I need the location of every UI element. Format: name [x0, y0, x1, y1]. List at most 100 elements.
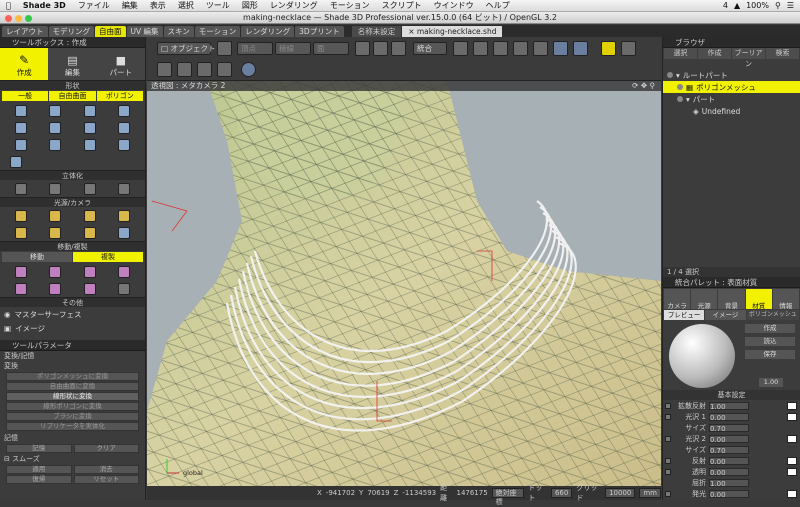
- opacity-value[interactable]: 1.00: [759, 378, 783, 387]
- sphere-icon[interactable]: [49, 121, 62, 134]
- tab-part[interactable]: ■ パート: [97, 48, 145, 80]
- row-value[interactable]: 1.00: [709, 401, 749, 411]
- apple-icon[interactable]: : [0, 1, 17, 10]
- menu-render[interactable]: レンダリング: [264, 0, 324, 11]
- doc-tab-untitled[interactable]: 名称未設定: [351, 25, 402, 37]
- color-swatch[interactable]: [787, 467, 797, 476]
- spot-light-icon[interactable]: [49, 209, 62, 222]
- image-tab[interactable]: イメージ: [705, 310, 746, 320]
- color-swatch[interactable]: [787, 401, 797, 410]
- status-count[interactable]: 4: [723, 1, 728, 10]
- clear-button[interactable]: クリア: [73, 444, 139, 453]
- tab-modeling[interactable]: モデリング: [48, 25, 94, 37]
- sweep-icon[interactable]: [15, 182, 28, 195]
- camera-icon[interactable]: [117, 226, 130, 239]
- light-bulb-icon[interactable]: [217, 62, 232, 77]
- menu-shape[interactable]: 図形: [236, 0, 264, 11]
- box-icon[interactable]: [15, 121, 28, 134]
- menu-window[interactable]: ウインドウ: [428, 0, 480, 11]
- visibility-icon[interactable]: [667, 72, 673, 78]
- row-value[interactable]: 0.00: [709, 467, 749, 477]
- color-swatch[interactable]: [787, 456, 797, 465]
- tab-freeform[interactable]: 自由面: [95, 25, 126, 37]
- section-other[interactable]: その他: [0, 297, 145, 307]
- tab-edit[interactable]: ▤ 編集: [48, 48, 96, 80]
- align-icon[interactable]: [391, 41, 406, 56]
- menu-motion[interactable]: モーション: [324, 0, 376, 11]
- save-material-button[interactable]: 保存: [745, 350, 795, 359]
- browser-tab-search[interactable]: 検索: [766, 48, 799, 59]
- memorize-button[interactable]: 記憶: [6, 444, 72, 453]
- section-light-camera[interactable]: 光源/カメラ: [0, 197, 145, 207]
- subtab-move[interactable]: 移動: [2, 252, 72, 262]
- image-item[interactable]: ▣ イメージ: [0, 321, 145, 335]
- wire-icon[interactable]: [473, 41, 488, 56]
- apply-button[interactable]: 適用: [6, 465, 72, 474]
- tab-create[interactable]: ✎ 作成: [0, 48, 49, 80]
- render-preview-icon[interactable]: [573, 41, 588, 56]
- four-view-icon[interactable]: [601, 41, 616, 56]
- checkbox[interactable]: [665, 402, 671, 409]
- create-material-button[interactable]: 作成: [745, 324, 795, 333]
- close-window-button[interactable]: [5, 15, 12, 22]
- extrude-icon[interactable]: [83, 182, 96, 195]
- snap-icon[interactable]: [355, 41, 370, 56]
- area-light-icon[interactable]: [117, 209, 130, 222]
- subtab-general[interactable]: 一般: [2, 91, 49, 101]
- to-linear-polygon-button[interactable]: 線形ポリゴンに変換: [6, 402, 139, 411]
- object-mode-button[interactable]: □ オブジェクト: [157, 42, 215, 55]
- row-value[interactable]: 1.00: [709, 478, 749, 488]
- spotlight-icon[interactable]: ⚲: [775, 1, 781, 10]
- grid-toggle-icon[interactable]: [157, 62, 172, 77]
- integrate-button[interactable]: 統合: [413, 42, 447, 55]
- copy-mirror-icon[interactable]: [15, 282, 28, 295]
- erase-button[interactable]: 消去: [73, 465, 139, 474]
- text-icon[interactable]: [10, 155, 22, 168]
- subtab-polygon[interactable]: ポリゴン: [96, 91, 143, 101]
- reset-button[interactable]: リセット: [73, 475, 139, 484]
- grid-snap-icon[interactable]: [373, 41, 388, 56]
- rectangle-icon[interactable]: [83, 104, 96, 117]
- edge-mode-button[interactable]: 稜線: [275, 42, 311, 55]
- row-value[interactable]: 0.00: [709, 456, 749, 466]
- to-brush-button[interactable]: ブラシに変換: [6, 412, 139, 421]
- preview-tab[interactable]: プレビュー: [664, 310, 705, 320]
- master-surface-item[interactable]: ◉ マスターサーフェス: [0, 307, 145, 321]
- zoom-window-button[interactable]: [25, 15, 32, 22]
- menu-list-icon[interactable]: ☰: [787, 1, 794, 10]
- tube-icon[interactable]: [117, 138, 130, 151]
- row-value[interactable]: 0.00: [709, 489, 749, 499]
- face-mode-button[interactable]: 面: [313, 42, 349, 55]
- checkbox[interactable]: [665, 413, 671, 420]
- polygon-icon[interactable]: [117, 121, 130, 134]
- color-swatch[interactable]: [787, 489, 797, 498]
- viewport-nav-icons[interactable]: ⟳ ✥ ⚲: [632, 81, 655, 91]
- wifi-icon[interactable]: ▲: [734, 1, 740, 10]
- unit-select[interactable]: mm: [639, 488, 661, 498]
- checkbox[interactable]: [665, 490, 671, 497]
- to-polymesh-button[interactable]: ポリゴンメッシュに変換: [6, 372, 139, 381]
- absolute-coords-button[interactable]: 絶対座標: [491, 488, 525, 506]
- menu-file[interactable]: ファイル: [72, 0, 116, 11]
- tab-skin[interactable]: スキン: [163, 25, 194, 37]
- distant-light-icon[interactable]: [15, 226, 28, 239]
- copy-other-icon[interactable]: [117, 282, 130, 295]
- tab-rendering[interactable]: レンダリング: [241, 25, 295, 37]
- material-preview-sphere[interactable]: [669, 324, 735, 388]
- tree-item-root-part[interactable]: ▾ ルートパート: [663, 69, 800, 81]
- boolean-icon[interactable]: [453, 41, 468, 56]
- checkbox[interactable]: [665, 435, 671, 442]
- tree-item-part[interactable]: ▾ パート: [663, 93, 800, 105]
- tab-3dprint[interactable]: 3Dプリント: [295, 25, 344, 37]
- open-line-icon[interactable]: [15, 104, 28, 117]
- texture-icon[interactable]: [513, 41, 528, 56]
- visibility-icon[interactable]: [677, 84, 683, 90]
- line-light-icon[interactable]: [83, 209, 96, 222]
- checkbox[interactable]: [665, 457, 671, 464]
- doc-tab-necklace[interactable]: × making-necklace.shd: [402, 25, 503, 37]
- menu-tools[interactable]: ツール: [200, 0, 236, 11]
- menu-edit[interactable]: 編集: [116, 0, 144, 11]
- expand-icon[interactable]: ▾: [676, 71, 680, 80]
- camera-view-icon[interactable]: [217, 41, 232, 56]
- point-light-icon[interactable]: [15, 209, 28, 222]
